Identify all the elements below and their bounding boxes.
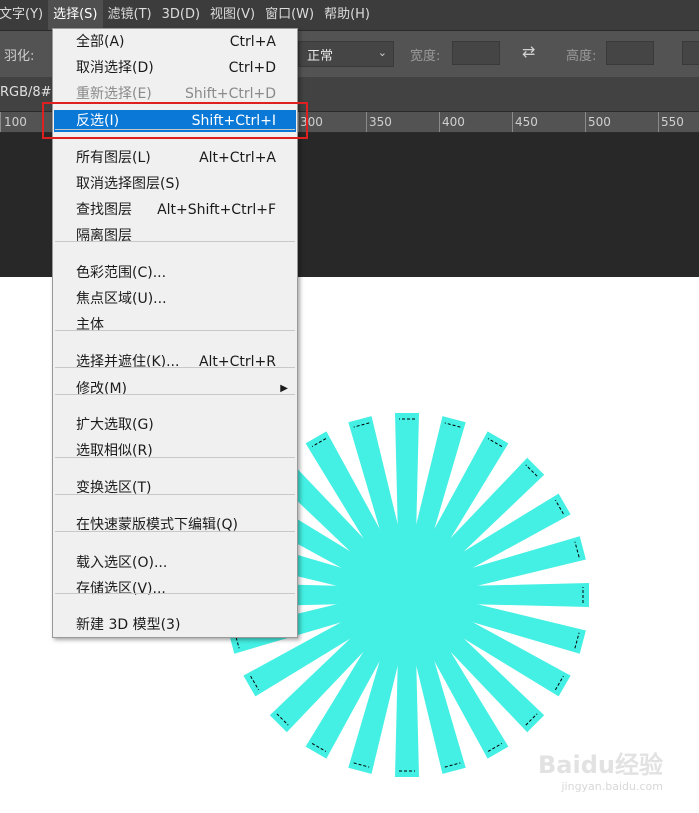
menu-item-label: 查找图层 (76, 202, 132, 218)
menu-item-new-3d-model[interactable]: 新建 3D 模型(3) (54, 614, 296, 636)
submenu-arrow-icon: ▶ (280, 383, 288, 394)
menu-item-deselect-layers[interactable]: 取消选择图层(S) (54, 173, 296, 195)
menu-item-label: 取消选择(D) (76, 60, 154, 76)
ruler-label: 100 (4, 115, 27, 129)
menu-text[interactable]: 文字(Y) (0, 0, 48, 30)
menu-item-select-and-mask[interactable]: 选择并遮住(K)... Alt+Ctrl+R (54, 351, 296, 373)
menu-item-shortcut: Alt+Shift+Ctrl+F (157, 202, 276, 218)
menu-item-label: 扩大选取(G) (76, 417, 154, 433)
menu-item-shortcut: Ctrl+D (228, 60, 276, 76)
menu-separator (55, 457, 295, 458)
swap-icon[interactable]: ⇄ (522, 42, 535, 61)
menu-item-transform-selection[interactable]: 变换选区(T) (54, 477, 296, 499)
adjust-edge-button[interactable] (682, 41, 699, 65)
menu-item-shortcut: Ctrl+A (229, 34, 276, 50)
menu-item-deselect[interactable]: 取消选择(D) Ctrl+D (54, 57, 296, 79)
menu-item-shortcut: Alt+Ctrl+A (199, 150, 276, 166)
style-value: 正常 (307, 49, 334, 64)
menu-item-label: 全部(A) (76, 34, 125, 50)
width-field[interactable] (452, 41, 500, 65)
highlight-annotation-box (42, 102, 308, 139)
menu-separator (55, 241, 295, 242)
feather-label: 羽化: (4, 49, 35, 64)
menu-item-all[interactable]: 全部(A) Ctrl+A (54, 31, 296, 53)
menu-select[interactable]: 选择(S) (48, 0, 103, 30)
menu-item-color-range[interactable]: 色彩范围(C)... (54, 262, 296, 284)
ruler-label: 550 (661, 115, 684, 129)
menu-item-label: 色彩范围(C)... (76, 265, 167, 281)
watermark-url: jingyan.baidu.com (561, 780, 663, 793)
menu-separator (55, 531, 295, 532)
style-select[interactable]: 正常 ⌄ (298, 41, 394, 67)
menu-item-grow[interactable]: 扩大选取(G) (54, 414, 296, 436)
menu-separator (55, 394, 295, 395)
menu-item-label: 存储选区(V)... (76, 581, 166, 597)
chevron-down-icon: ⌄ (377, 46, 387, 59)
menu-window[interactable]: 窗口(W) (260, 0, 319, 30)
menu-item-subject[interactable]: 主体 (54, 314, 296, 336)
menu-item-label: 新建 3D 模型(3) (76, 617, 181, 633)
menu-item-label: 载入选区(O)... (76, 555, 168, 571)
menu-separator (55, 593, 295, 594)
menu-item-load-selection[interactable]: 载入选区(O)... (54, 552, 296, 574)
menu-separator (55, 494, 295, 495)
menu-item-label: 取消选择图层(S) (76, 176, 180, 192)
menu-item-label: 选择并遮住(K)... (76, 354, 180, 370)
watermark: Baidu经验 jingyan.baidu.com (538, 745, 663, 793)
menu-item-all-layers[interactable]: 所有图层(L) Alt+Ctrl+A (54, 147, 296, 169)
menu-item-label: 修改(M) (76, 381, 128, 397)
menu-item-save-selection[interactable]: 存储选区(V)... (54, 578, 296, 600)
menu-item-label: 在快速蒙版模式下编辑(Q) (76, 517, 238, 533)
width-label: 宽度: (410, 49, 441, 64)
document-tab-label: RGB/8# (0, 85, 52, 100)
menu-item-modify[interactable]: 修改(M) ▶ (54, 378, 296, 400)
menu-item-label: 隔离图层 (76, 228, 132, 244)
watermark-logo: Baidu经验 (538, 751, 663, 779)
menu-item-similar[interactable]: 选取相似(R) (54, 440, 296, 462)
menu-3d[interactable]: 3D(D) (157, 0, 205, 30)
menu-item-label: 变换选区(T) (76, 480, 152, 496)
menu-item-isolate-layers[interactable]: 隔离图层 (54, 225, 296, 247)
ruler-label: 400 (442, 115, 465, 129)
height-field[interactable] (606, 41, 654, 65)
height-label: 高度: (566, 49, 597, 64)
menu-item-quick-mask[interactable]: 在快速蒙版模式下编辑(Q) (54, 514, 296, 536)
menu-item-label: 选取相似(R) (76, 443, 153, 459)
menu-help[interactable]: 帮助(H) (319, 0, 375, 30)
ruler-label: 450 (515, 115, 538, 129)
ruler-label: 350 (369, 115, 392, 129)
menu-item-label: 主体 (76, 317, 104, 333)
menu-item-focus-area[interactable]: 焦点区域(U)... (54, 288, 296, 310)
menu-item-find-layers[interactable]: 查找图层 Alt+Shift+Ctrl+F (54, 199, 296, 221)
menu-filter[interactable]: 滤镜(T) (103, 0, 157, 30)
menu-view[interactable]: 视图(V) (205, 0, 260, 30)
menu-item-label: 所有图层(L) (76, 150, 151, 166)
starburst-core (337, 525, 477, 665)
ruler-label: 500 (588, 115, 611, 129)
menu-bar: 文字(Y) 选择(S) 滤镜(T) 3D(D) 视图(V) 窗口(W) 帮助(H… (0, 0, 699, 30)
menu-item-label: 焦点区域(U)... (76, 291, 167, 307)
menu-separator (55, 367, 295, 368)
menu-item-shortcut: Alt+Ctrl+R (198, 354, 276, 370)
menu-separator (55, 330, 295, 331)
